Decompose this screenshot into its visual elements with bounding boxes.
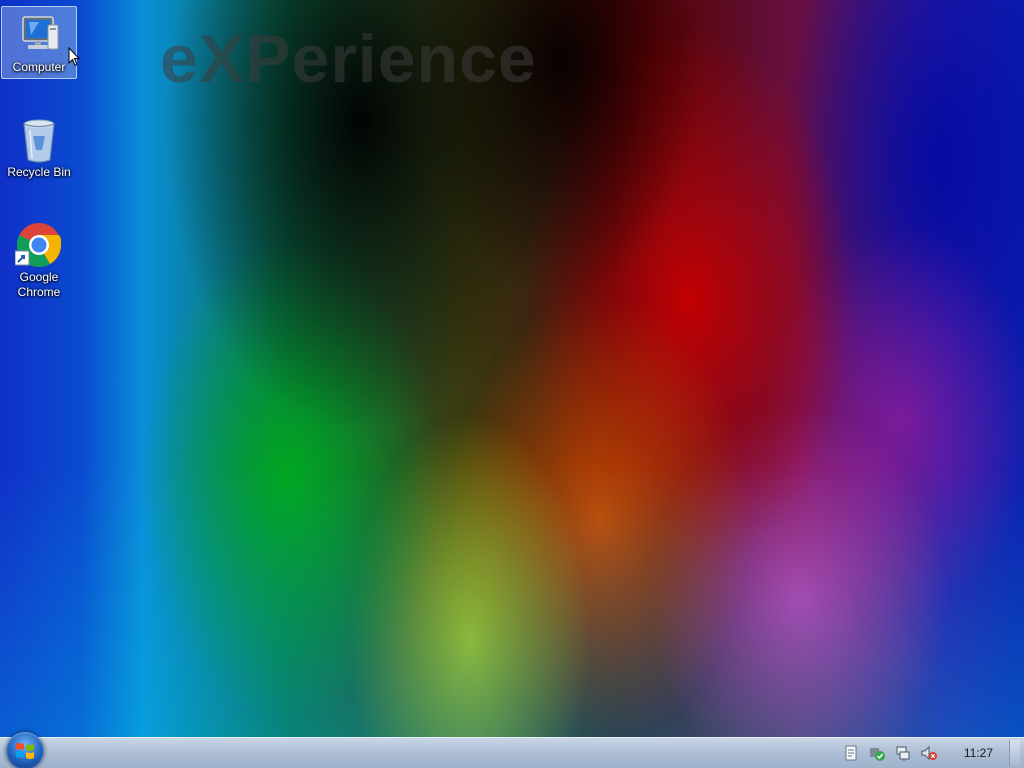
taskbar-clock[interactable]: 11:27 <box>964 746 993 760</box>
security-icon[interactable] <box>869 745 885 761</box>
start-button[interactable] <box>6 732 44 768</box>
mouse-cursor-icon <box>68 46 81 72</box>
volume-muted-icon[interactable] <box>921 745 937 761</box>
recycle-bin-icon <box>15 116 63 164</box>
network-icon[interactable] <box>895 745 911 761</box>
desktop-icon-google-chrome[interactable]: Google Chrome <box>1 216 77 304</box>
wallpaper-watermark: eXPerience <box>160 21 537 97</box>
desktop-icon-computer[interactable]: Computer <box>1 6 77 79</box>
computer-icon <box>15 11 63 59</box>
desktop-icon-label: Google Chrome <box>17 270 61 299</box>
windows-logo-icon <box>15 741 35 766</box>
action-center-icon[interactable] <box>843 745 859 761</box>
show-desktop-button[interactable] <box>1009 740 1020 766</box>
taskbar: 11:27 <box>0 732 1024 768</box>
desktop-icon-label: Computer <box>12 60 66 74</box>
desktop-icon-label: Recycle Bin <box>7 165 71 179</box>
desktop[interactable]: eXPerience Computer Recycle Bin Google C… <box>0 0 1024 768</box>
system-tray: 11:27 <box>838 738 1020 768</box>
desktop-icon-recycle-bin[interactable]: Recycle Bin <box>1 111 77 184</box>
google-chrome-icon <box>14 221 63 269</box>
